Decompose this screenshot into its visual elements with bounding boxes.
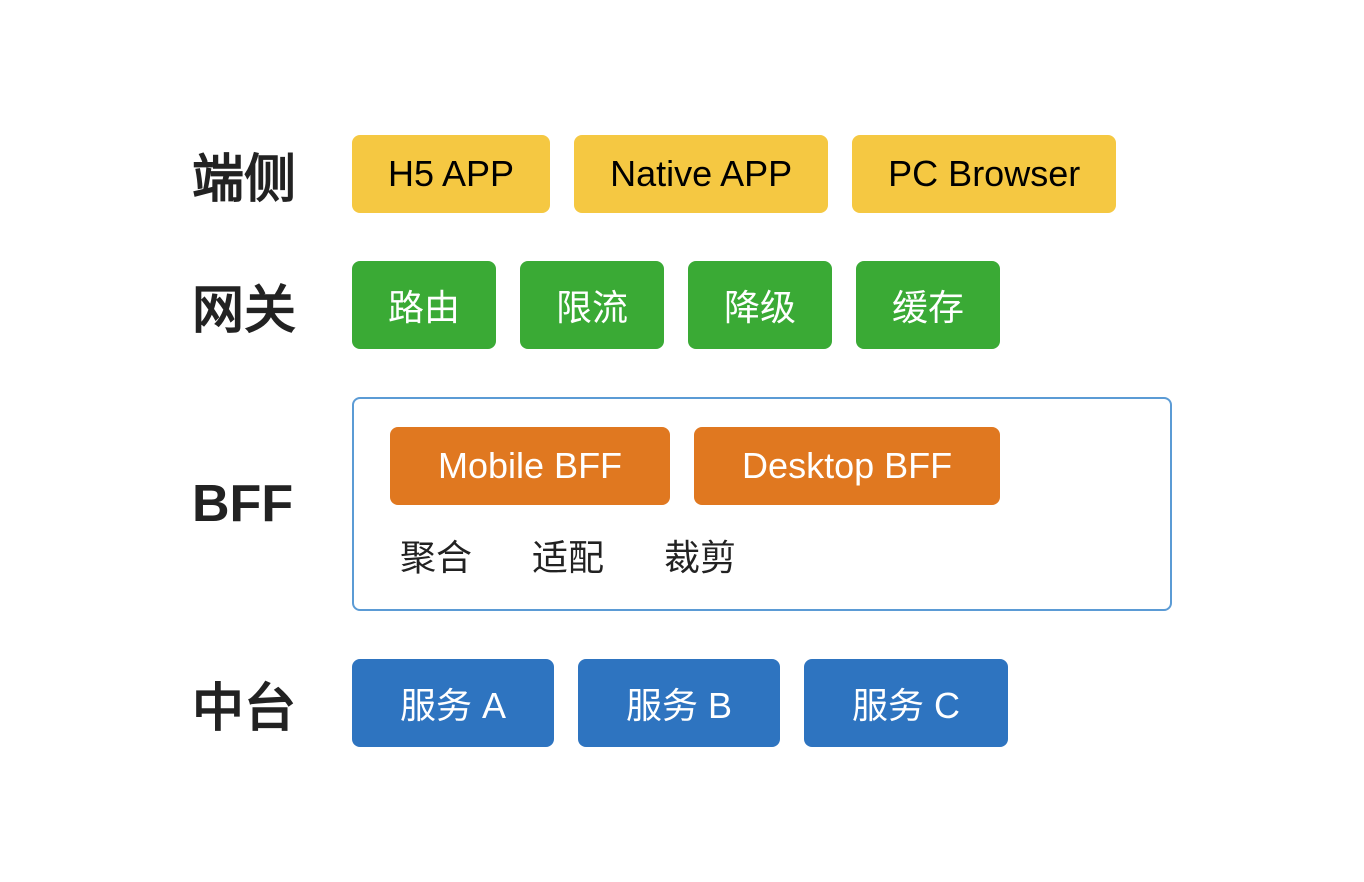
bff-caijian: 裁剪 xyxy=(664,529,736,581)
tag-mobile-bff: Mobile BFF xyxy=(390,427,670,505)
tag-huancun: 缓存 xyxy=(856,261,1000,349)
bff-juhe: 聚合 xyxy=(400,529,472,581)
tag-luyou: 路由 xyxy=(352,261,496,349)
bff-shipei: 适配 xyxy=(532,529,604,581)
tag-fuwuC: 服务 C xyxy=(804,659,1008,747)
tag-xianliu: 限流 xyxy=(520,261,664,349)
tier-zhongtai-content: 服务 A 服务 B 服务 C xyxy=(352,659,1172,747)
tag-fuwuA: 服务 A xyxy=(352,659,554,747)
bff-bottom-row: 聚合 适配 裁剪 xyxy=(390,529,1134,581)
tier-wanguan: 网关 路由 限流 降级 缓存 xyxy=(192,261,1172,349)
tier-bff-label: BFF xyxy=(192,474,322,534)
tier-duance-label: 端侧 xyxy=(192,137,322,212)
tag-fuwuB: 服务 B xyxy=(578,659,780,747)
tier-duance-content: H5 APP Native APP PC Browser xyxy=(352,135,1172,213)
tag-jiangjie: 降级 xyxy=(688,261,832,349)
bff-container: Mobile BFF Desktop BFF 聚合 适配 裁剪 xyxy=(352,397,1172,611)
tag-desktop-bff: Desktop BFF xyxy=(694,427,1000,505)
tag-pcbrowser: PC Browser xyxy=(852,135,1116,213)
tier-bff: BFF Mobile BFF Desktop BFF 聚合 适配 裁剪 xyxy=(192,397,1172,611)
tag-nativeapp: Native APP xyxy=(574,135,828,213)
tier-zhongtai: 中台 服务 A 服务 B 服务 C xyxy=(192,659,1172,747)
tier-wanguan-label: 网关 xyxy=(192,268,322,343)
tag-h5app: H5 APP xyxy=(352,135,550,213)
bff-top-row: Mobile BFF Desktop BFF xyxy=(390,427,1134,505)
tier-zhongtai-label: 中台 xyxy=(192,666,322,741)
tier-duance: 端侧 H5 APP Native APP PC Browser xyxy=(192,135,1172,213)
tier-wanguan-content: 路由 限流 降级 缓存 xyxy=(352,261,1172,349)
architecture-diagram: 端侧 H5 APP Native APP PC Browser 网关 路由 限流… xyxy=(132,95,1232,787)
